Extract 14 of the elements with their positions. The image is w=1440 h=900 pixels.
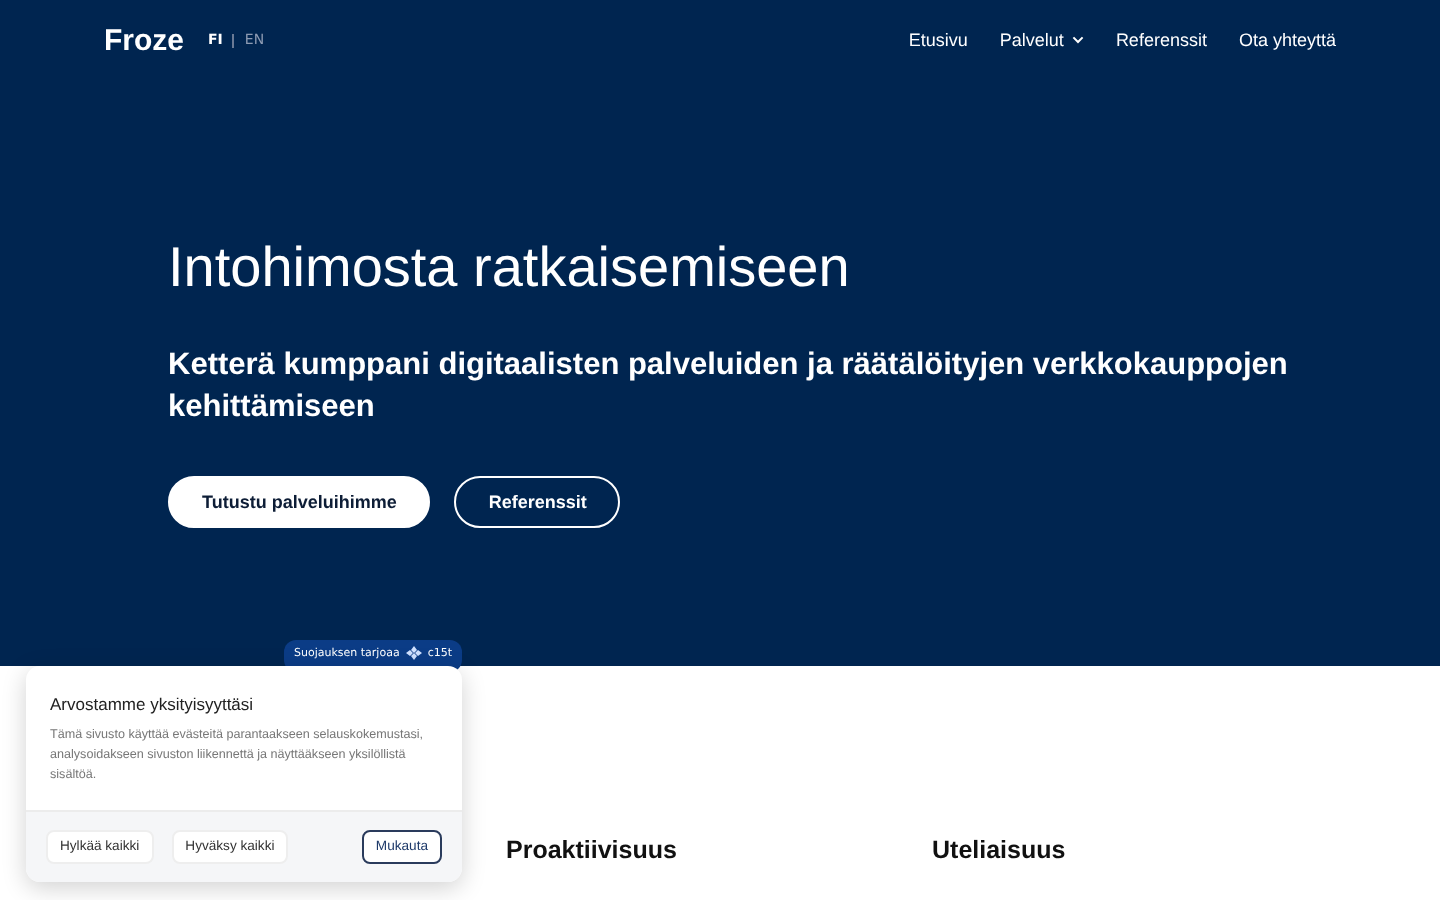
hero-button[interactable]: Tutustu palveluihimme [168,476,431,528]
banner-title: Arvostamme yksityisyyttäsi [50,694,256,714]
value-heading: Proaktiivisuus [506,836,677,864]
hero-button[interactable]: Referenssit [454,476,621,528]
nav-link[interactable]: Palvelut [999,30,1084,50]
nav-link[interactable]: Etusivu [908,30,968,50]
nav-link[interactable]: Referenssit [1115,30,1207,50]
value-heading: Uteliaisuus [932,836,1066,864]
logo-icon [405,646,422,660]
chevron-down-icon [1071,36,1084,44]
hero-subtitle: Ketterä kumppani digitaalisten palveluiden ja räätälöityjen verkkokauppojen kehittämiseen [168,346,1288,428]
hero-title: Intohimosta ratkaisemiseen [168,236,852,300]
logo[interactable]: Froze [104,23,185,57]
nav-link[interactable]: Ota yhteyttä [1238,30,1336,50]
